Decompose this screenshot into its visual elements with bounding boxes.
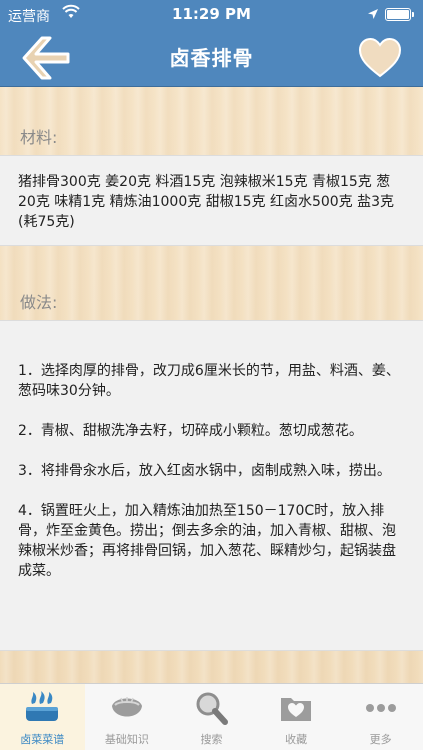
method-label: 做法: [20, 293, 58, 312]
tab-favorites-label: 收藏 [285, 733, 308, 746]
favorite-button[interactable] [357, 36, 403, 80]
ingredients-label: 材料: [20, 128, 58, 147]
folder-heart-icon [281, 698, 312, 721]
status-bar: 运营商 11:29 PM [0, 0, 423, 30]
method-step: 2．青椒、甜椒洗净去籽，切碎成小颗粒。葱切成葱花。 [18, 423, 363, 439]
tab-basics-label: 基础知识 [104, 733, 149, 746]
search-icon [196, 692, 229, 725]
more-dots-icon [365, 704, 396, 712]
tab-search-label: 搜索 [200, 733, 223, 746]
tab-bar: 卤菜菜谱 基础知识 搜索 收藏 更多 [0, 683, 423, 750]
method-step: 1．选择肉厚的排骨，改刀成6厘米长的节，用盐、料酒、姜、葱码味30分钟。 [18, 363, 400, 399]
ingredients-text: 猪排骨300克 姜20克 料酒15克 泡辣椒米15克 青椒15克 葱20克 味精… [18, 174, 395, 230]
tab-more-label: 更多 [369, 733, 392, 746]
heart-icon [358, 37, 402, 78]
flame-dish-icon [26, 691, 59, 721]
tab-more[interactable]: 更多 [338, 684, 423, 750]
tab-search[interactable]: 搜索 [169, 684, 254, 750]
recipe-content: 材料: 猪排骨300克 姜20克 料酒15克 泡辣椒米15克 青椒15克 葱20… [0, 87, 423, 683]
tab-recipes[interactable]: 卤菜菜谱 [0, 684, 85, 750]
battery-icon [385, 8, 414, 21]
clock: 11:29 PM [172, 5, 251, 23]
dumpling-icon [111, 697, 142, 717]
method-step: 4．锅置旺火上，加入精炼油加热至150－170C时，放入排骨，炸至金黄色。捞出；… [18, 503, 396, 579]
method-step: 3．将排骨汆水后，放入红卤水锅中，卤制成熟入味，捞出。 [18, 463, 391, 479]
tab-recipes-label: 卤菜菜谱 [20, 733, 65, 746]
method-panel: 1．选择肉厚的排骨，改刀成6厘米长的节，用盐、料酒、姜、葱码味30分钟。 2．青… [0, 320, 423, 651]
navigation-bar: 卤香排骨 [0, 30, 423, 87]
ingredients-panel: 猪排骨300克 姜20克 料酒15克 泡辣椒米15克 青椒15克 葱20克 味精… [0, 155, 423, 246]
location-arrow-icon [368, 9, 378, 19]
tab-favorites[interactable]: 收藏 [254, 684, 339, 750]
tab-basics[interactable]: 基础知识 [85, 684, 170, 750]
